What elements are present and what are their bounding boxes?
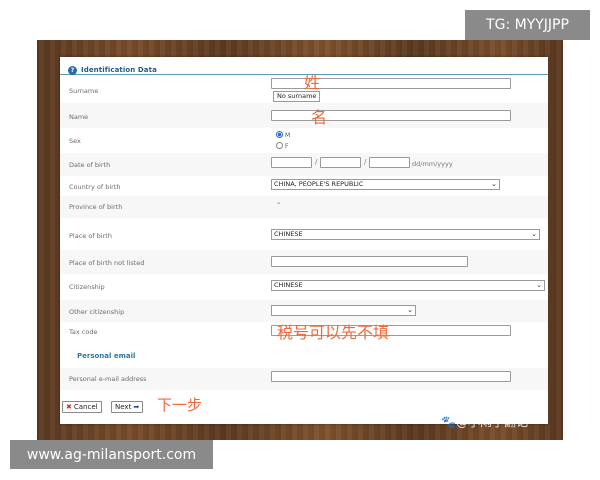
- cancel-button[interactable]: ✖ Cancel: [62, 401, 102, 413]
- country-of-birth-select[interactable]: CHINA, PEOPLE'S REPUBLIC ⌄: [271, 179, 500, 190]
- dob-month-input[interactable]: [320, 157, 361, 168]
- place-of-birth-value: CHINESE: [274, 230, 303, 238]
- sex-radio-f[interactable]: [276, 142, 283, 149]
- name-input[interactable]: [271, 110, 511, 121]
- personal-email-heading: Personal email: [77, 352, 136, 360]
- tax-code-annotation: 税号可以先不填: [277, 323, 390, 342]
- dob-format-hint: dd/mm/yyyy: [412, 160, 453, 168]
- country-of-birth-label: Country of birth: [69, 183, 121, 191]
- chevron-down-icon: ⌄: [407, 306, 413, 314]
- personal-email-label: Personal e-mail address: [69, 375, 147, 383]
- next-button[interactable]: Next ➡: [111, 401, 144, 413]
- date-separator: /: [315, 158, 318, 166]
- place-of-birth-label: Place of birth: [69, 232, 112, 240]
- cancel-button-label: Cancel: [73, 403, 98, 411]
- other-citizenship-select[interactable]: ⌄: [271, 305, 416, 316]
- citizenship-value: CHINESE: [274, 281, 303, 289]
- place-of-birth-select[interactable]: CHINESE ⌄: [271, 229, 540, 240]
- country-of-birth-value: CHINA, PEOPLE'S REPUBLIC: [274, 180, 364, 188]
- personal-email-input[interactable]: [271, 371, 511, 382]
- row-band: [60, 196, 548, 218]
- province-of-birth-label: Province of birth: [69, 203, 123, 211]
- chevron-down-icon: ⌄: [491, 180, 497, 188]
- section-title: ? Identification Data: [68, 64, 157, 76]
- tax-code-label: Tax code: [69, 328, 98, 336]
- chevron-down-icon: ⌄: [536, 281, 542, 289]
- next-button-label: Next: [115, 403, 132, 411]
- help-icon[interactable]: ?: [68, 65, 77, 75]
- dob-year-input[interactable]: [369, 157, 410, 168]
- sex-option-f: F: [285, 143, 289, 150]
- date-separator: /: [364, 158, 367, 166]
- name-label: Name: [69, 113, 89, 121]
- surname-annotation: 姓: [304, 73, 321, 92]
- citizenship-label: Citizenship: [69, 283, 105, 291]
- chevron-down-icon[interactable]: ⌄: [276, 198, 281, 206]
- sex-option-m: M: [285, 132, 291, 139]
- citizenship-select[interactable]: CHINESE ⌄: [271, 280, 545, 291]
- chevron-down-icon: ⌄: [531, 230, 537, 238]
- section-title-text: Identification Data: [81, 66, 157, 74]
- surname-label: Surname: [69, 87, 99, 95]
- arrow-right-icon: ➡: [133, 403, 140, 411]
- close-icon: ✖: [66, 403, 72, 411]
- next-step-annotation: 下一步: [157, 396, 203, 414]
- sex-label: Sex: [69, 137, 81, 145]
- dob-day-input[interactable]: [271, 157, 312, 168]
- place-not-listed-input[interactable]: [271, 256, 468, 267]
- url-badge: www.ag-milansport.com: [10, 440, 213, 469]
- watermark: 🐾@小雨学翻记: [441, 415, 528, 429]
- name-annotation: 名: [311, 108, 328, 127]
- tg-badge: TG: MYYJJPP: [465, 10, 590, 40]
- place-not-listed-label: Place of birth not listed: [69, 259, 145, 267]
- sex-radio-m[interactable]: [276, 131, 283, 138]
- other-citizenship-label: Other citizenship: [69, 308, 125, 316]
- dob-label: Date of birth: [69, 161, 111, 169]
